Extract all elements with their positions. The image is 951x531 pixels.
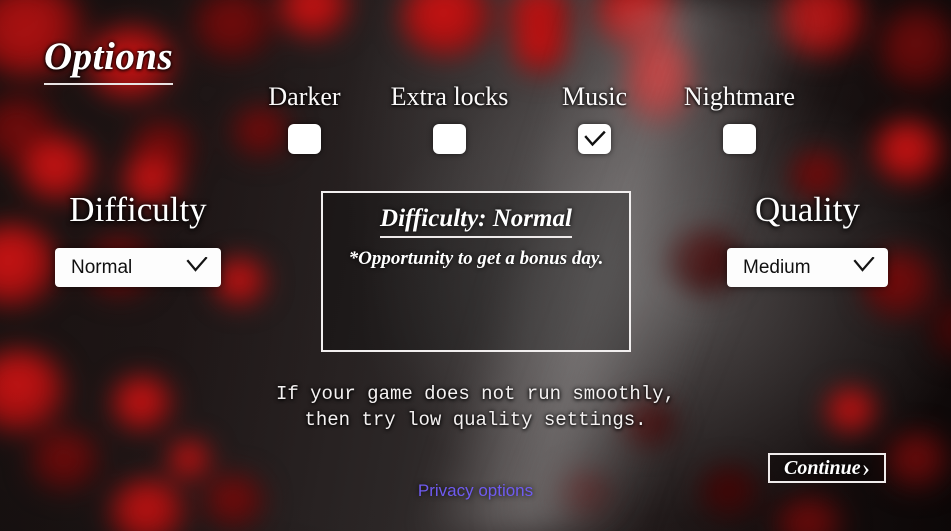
toggle-darker[interactable]: Darker — [232, 84, 377, 154]
toggle-extra-locks[interactable]: Extra locks — [377, 84, 522, 154]
checkbox-extra-locks[interactable] — [433, 124, 466, 154]
continue-button[interactable]: Continue › — [768, 453, 886, 483]
toggle-darker-label: Darker — [268, 82, 341, 111]
chevron-down-icon — [186, 256, 208, 278]
privacy-options-link[interactable]: Privacy options — [0, 481, 951, 501]
toggle-nightmare[interactable]: Nightmare — [667, 84, 812, 154]
performance-hint: If your game does not run smoothly, then… — [0, 381, 951, 433]
continue-button-label: Continue — [783, 457, 861, 479]
page-title: Options — [44, 37, 174, 85]
chevron-right-icon: › — [861, 454, 871, 482]
checkbox-darker[interactable] — [288, 124, 321, 154]
difficulty-info-title: Difficulty: Normal — [380, 206, 572, 238]
toggle-music[interactable]: Music — [522, 84, 667, 154]
toggle-row: Darker Extra locks Music Nightmare — [232, 84, 812, 154]
chevron-down-icon — [853, 256, 875, 278]
quality-select-value: Medium — [743, 257, 811, 278]
quality-title: Quality — [755, 190, 860, 229]
toggle-nightmare-label: Nightmare — [683, 82, 796, 111]
checkbox-nightmare[interactable] — [723, 124, 756, 154]
performance-hint-line-1: If your game does not run smoothly, — [275, 383, 676, 405]
difficulty-info-note: *Opportunity to get a bonus day. — [348, 248, 604, 269]
difficulty-title: Difficulty — [69, 190, 207, 229]
toggle-extra-locks-label: Extra locks — [390, 82, 509, 111]
performance-hint-line-2: then try low quality settings. — [304, 409, 647, 431]
difficulty-select-value: Normal — [71, 257, 133, 278]
checkbox-music[interactable] — [578, 124, 611, 154]
difficulty-group: Difficulty Normal — [55, 192, 221, 287]
options-screen: Options Darker Extra locks Music Nightma… — [0, 0, 951, 531]
quality-group: Quality Medium — [727, 192, 888, 287]
difficulty-info-panel: Difficulty: Normal *Opportunity to get a… — [321, 191, 631, 352]
toggle-music-label: Music — [562, 82, 627, 111]
quality-select[interactable]: Medium — [727, 248, 888, 287]
difficulty-select[interactable]: Normal — [55, 248, 221, 287]
